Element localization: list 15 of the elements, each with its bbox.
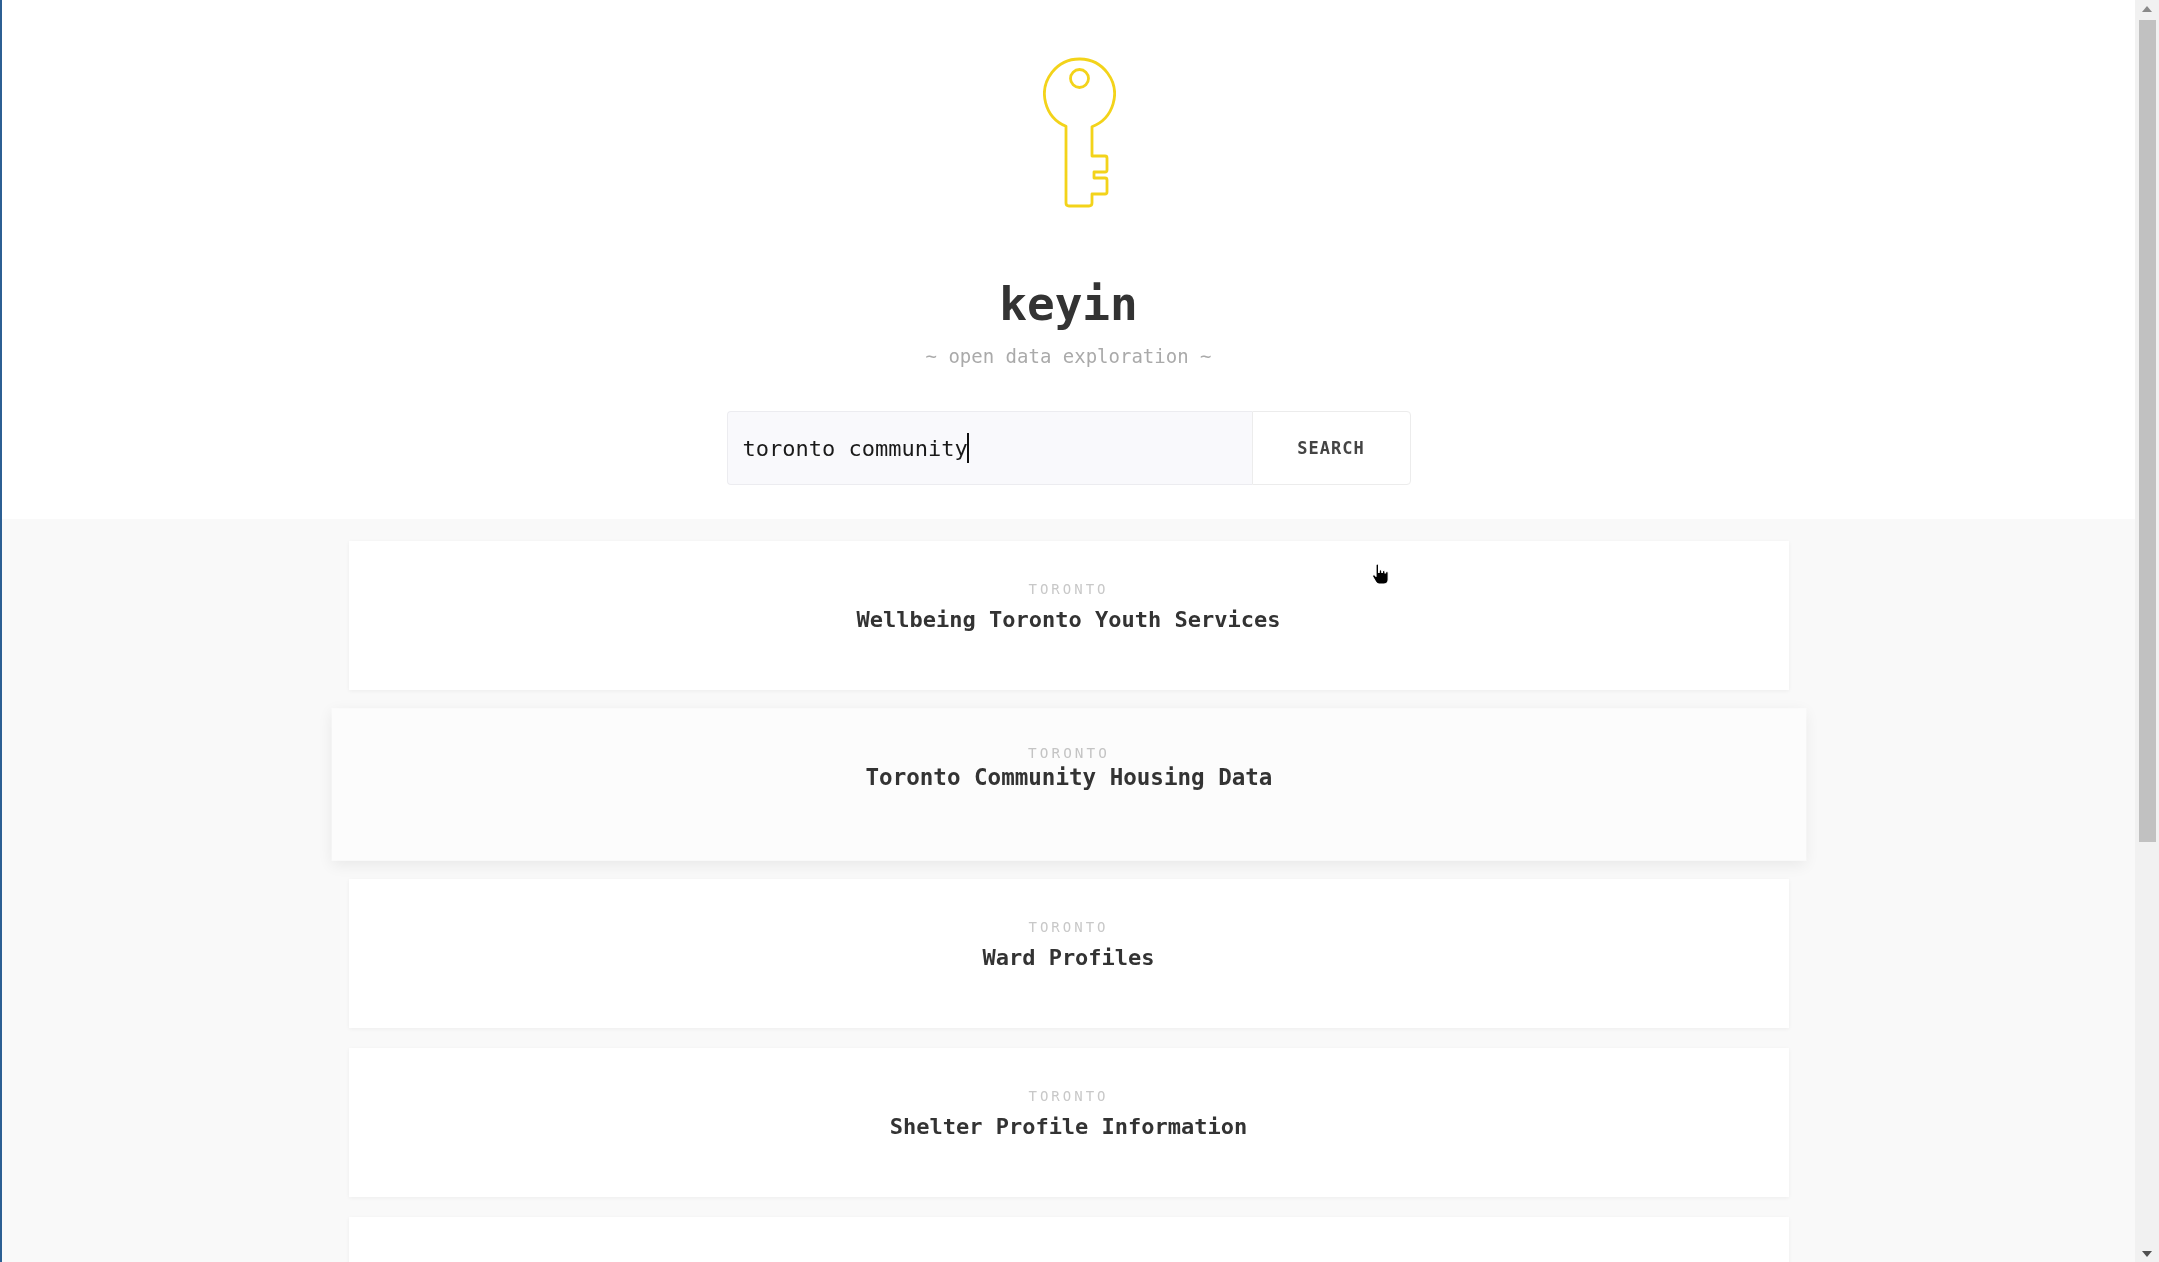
result-title: Shelter Profile Information — [889, 1114, 1248, 1140]
result-title: Wellbeing Toronto Youth Services — [856, 607, 1281, 633]
search-field[interactable]: toronto community — [726, 411, 1252, 485]
scroll-down-icon[interactable] — [2142, 1251, 2152, 1257]
scrollbar-thumb[interactable] — [2138, 20, 2156, 842]
key-logo-icon — [1042, 57, 1116, 208]
result-title: Ward Profiles — [982, 945, 1155, 971]
scrollbar[interactable] — [2135, 0, 2159, 1262]
result-card[interactable]: TORONTO Toronto Community Housing Data — [331, 708, 1806, 861]
tagline: ~ open data exploration ~ — [925, 347, 1212, 366]
hand-cursor-icon — [1371, 563, 1392, 586]
result-title: Toronto Community Housing Data — [865, 764, 1272, 792]
scroll-up-icon[interactable] — [2142, 6, 2152, 12]
source-label: TORONTO — [1027, 745, 1110, 762]
search-button[interactable]: SEARCH — [1251, 411, 1411, 485]
